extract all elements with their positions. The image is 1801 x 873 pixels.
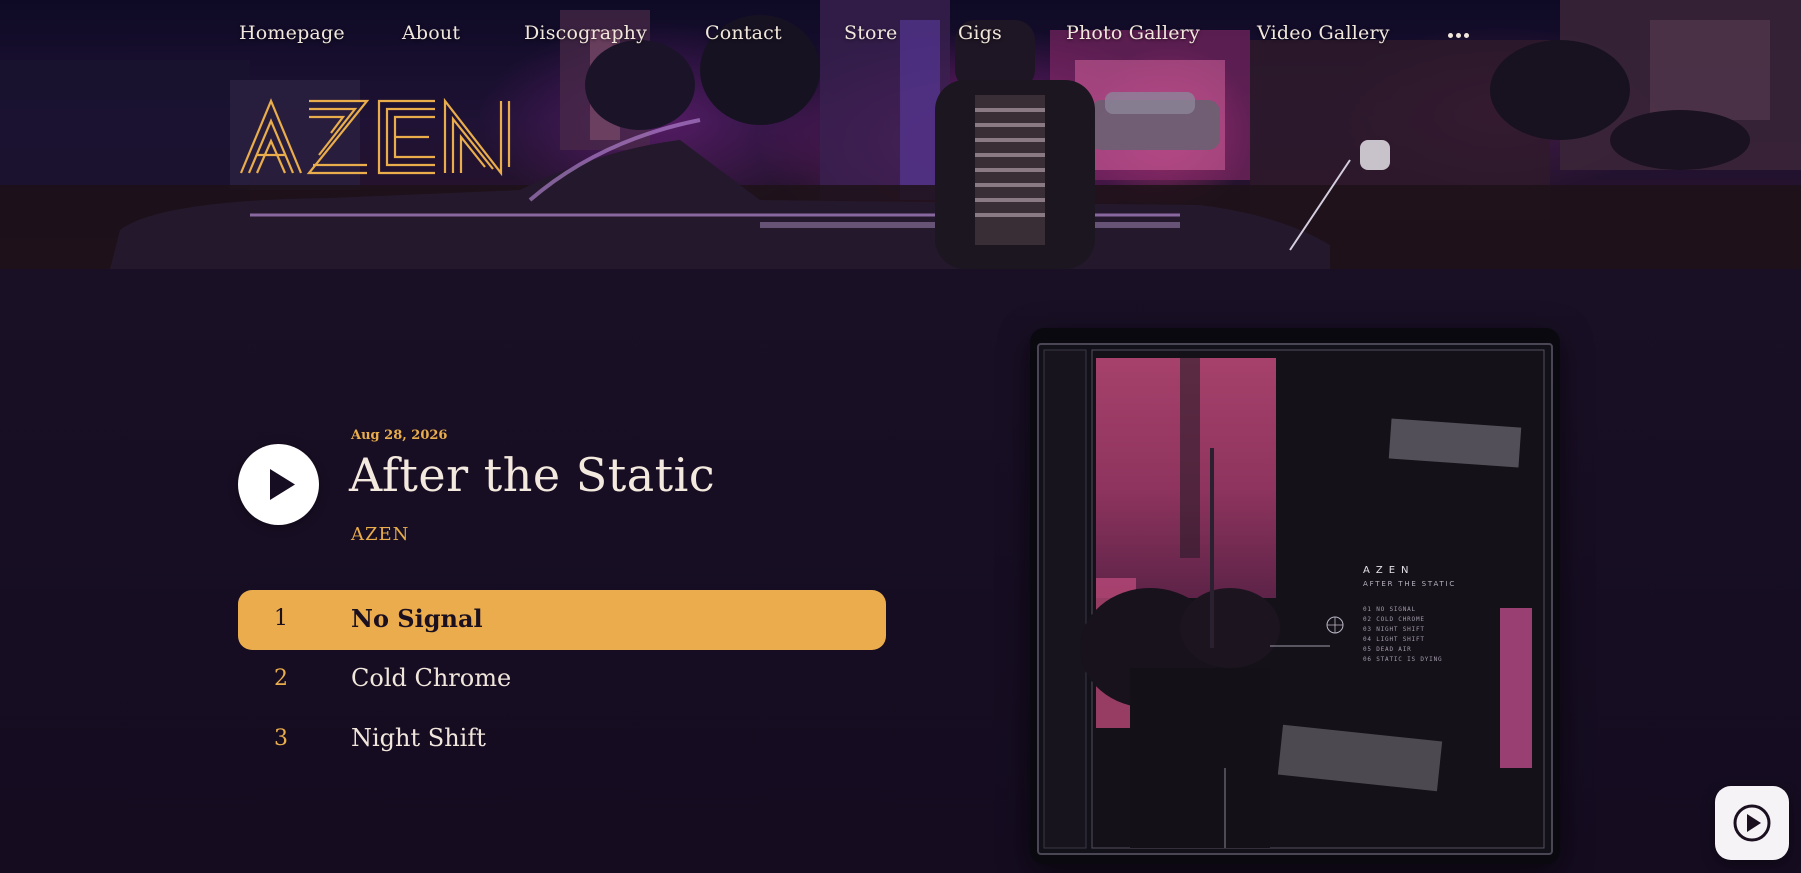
nav-contact[interactable]: Contact <box>705 22 782 44</box>
play-album-button[interactable] <box>238 444 319 525</box>
nav-gigs[interactable]: Gigs <box>958 22 1002 44</box>
ellipsis-icon[interactable] <box>1448 32 1470 40</box>
cover-track: 02 COLD CHROME <box>1363 616 1425 623</box>
main-nav: Homepage About Discography Contact Store… <box>0 22 1801 52</box>
tracklist: 1 No Signal 2 Cold Chrome 3 Night Shift <box>238 590 886 770</box>
nav-homepage[interactable]: Homepage <box>239 22 345 44</box>
cover-track: 04 LIGHT SHIFT <box>1363 636 1425 643</box>
nav-store[interactable]: Store <box>844 22 897 44</box>
cover-track: 06 STATIC IS DYING <box>1363 656 1443 663</box>
play-circle-icon <box>1733 804 1771 842</box>
track-title: Cold Chrome <box>351 664 512 692</box>
track-title: Night Shift <box>351 724 486 752</box>
track-row[interactable]: 1 No Signal <box>238 590 886 650</box>
track-number: 2 <box>274 666 288 691</box>
cover-tracklist: 01 NO SIGNAL 02 COLD CHROME 03 NIGHT SHI… <box>1363 605 1442 665</box>
track-row[interactable]: 3 Night Shift <box>238 710 886 770</box>
release-date: Aug 28, 2026 <box>351 428 448 443</box>
track-number: 3 <box>274 726 288 751</box>
album-artwork <box>1037 343 1553 855</box>
cover-track: 01 NO SIGNAL <box>1363 606 1416 613</box>
track-row[interactable]: 2 Cold Chrome <box>238 650 886 710</box>
album-title: After the Static <box>349 448 716 502</box>
nav-discography[interactable]: Discography <box>524 22 647 44</box>
album-cover: AZEN AFTER THE STATIC 01 NO SIGNAL 02 CO… <box>1030 328 1560 864</box>
nav-about[interactable]: About <box>402 22 460 44</box>
cover-subtitle: AFTER THE STATIC <box>1363 580 1457 588</box>
nav-video-gallery[interactable]: Video Gallery <box>1257 22 1390 44</box>
track-number: 1 <box>274 606 288 631</box>
cover-track: 03 NIGHT SHIFT <box>1363 626 1425 633</box>
nav-photo-gallery[interactable]: Photo Gallery <box>1066 22 1200 44</box>
floating-player-button[interactable] <box>1715 786 1789 860</box>
play-icon <box>270 469 295 500</box>
track-title: No Signal <box>351 604 483 633</box>
cover-track: 05 DEAD AIR <box>1363 646 1412 653</box>
artist-name[interactable]: AZEN <box>351 524 409 545</box>
cover-artist: AZEN <box>1363 565 1415 576</box>
hero-banner: Homepage About Discography Contact Store… <box>0 0 1801 269</box>
azen-logo[interactable] <box>239 97 511 177</box>
